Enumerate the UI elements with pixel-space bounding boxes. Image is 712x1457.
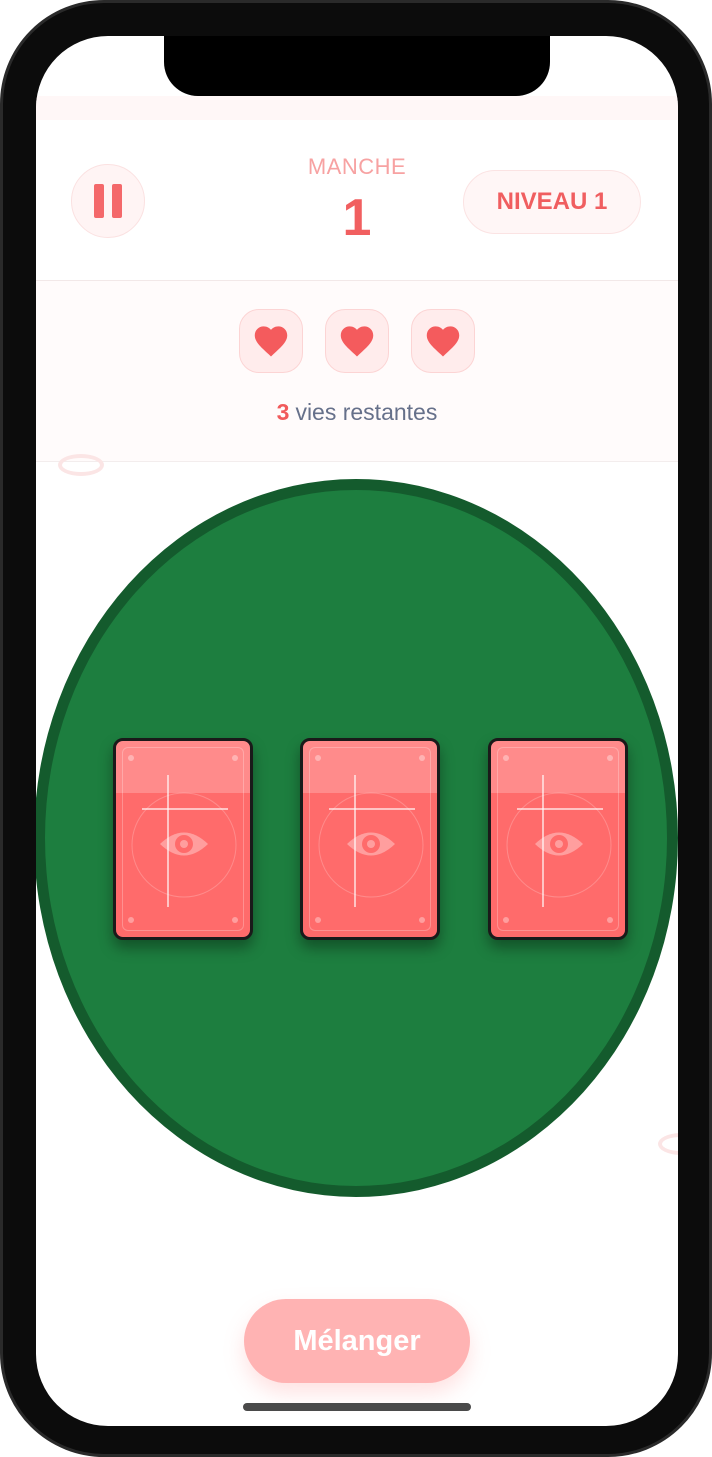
game-header: MANCHE 1 NIVEAU 1 [36, 120, 678, 281]
lives-count: 3 [276, 399, 290, 425]
hearts-row [239, 309, 475, 373]
status-area [36, 96, 678, 120]
eye-icon [131, 775, 237, 907]
round-label: MANCHE [307, 154, 407, 179]
heart-icon [254, 326, 288, 357]
shuffle-button[interactable]: Mélanger [244, 1299, 470, 1383]
card-back[interactable] [488, 738, 628, 940]
life-heart [411, 309, 475, 373]
heart-icon [340, 326, 374, 357]
pause-button[interactable] [71, 164, 145, 238]
lives-panel: 3 vies restantes [36, 281, 678, 462]
decorative-eye-shape [658, 1133, 678, 1155]
eye-icon [506, 775, 612, 907]
app-screen: MANCHE 1 NIVEAU 1 3 vies restantes Mélan… [36, 36, 678, 1426]
notch [164, 36, 550, 96]
eye-icon [318, 775, 424, 907]
phone-frame: MANCHE 1 NIVEAU 1 3 vies restantes Mélan… [0, 0, 712, 1457]
card-back[interactable] [300, 738, 440, 940]
pause-icon [94, 184, 104, 218]
level-badge[interactable]: NIVEAU 1 [463, 170, 641, 234]
pause-icon-bar [112, 184, 122, 218]
lives-suffix: vies restantes [295, 399, 438, 425]
life-heart [239, 309, 303, 373]
decorative-eye-shape [58, 454, 104, 476]
lives-remaining-text: 3 vies restantes [36, 399, 678, 426]
heart-icon [426, 326, 460, 357]
life-heart [325, 309, 389, 373]
round-value: 1 [342, 189, 372, 247]
card-back[interactable] [113, 738, 253, 940]
home-indicator[interactable] [243, 1403, 471, 1411]
